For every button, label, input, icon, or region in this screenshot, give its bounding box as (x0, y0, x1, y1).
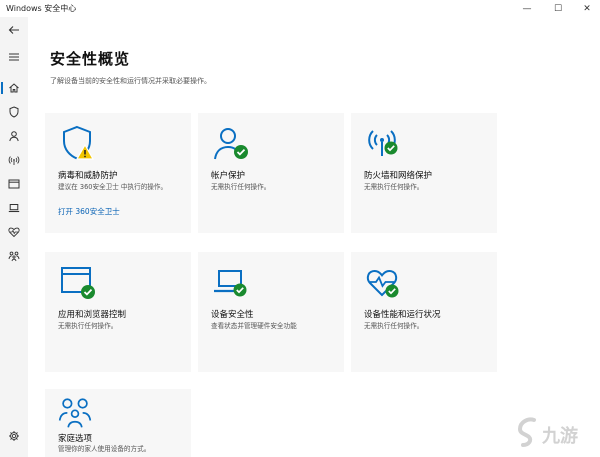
card-account-protection[interactable]: 帐户保护 无需执行任何操作。 (198, 113, 344, 233)
card-title: 病毒和威胁防护 (58, 171, 118, 181)
hamburger-menu-icon (9, 53, 19, 61)
card-description: 查看状态并管理硬件安全功能 (211, 322, 297, 330)
sidebar-item-virus[interactable] (3, 102, 25, 122)
sidebar-item-home[interactable] (1, 78, 25, 98)
card-title: 应用和浏览器控制 (58, 310, 127, 320)
card-title: 设备性能和运行状况 (364, 310, 441, 320)
card-title: 家庭选项 (58, 434, 93, 444)
card-family-options[interactable]: 家庭选项 管理你的家人使用设备的方式。 (45, 389, 191, 457)
family-icon (8, 251, 20, 262)
sidebar-item-firewall[interactable] (3, 150, 25, 170)
card-firewall-network[interactable]: 防火墙和网络保护 无需执行任何操作。 (351, 113, 497, 233)
watermark-text: 九游 (542, 426, 578, 447)
watermark: 九游 (514, 414, 594, 452)
shield-warning-icon (63, 125, 95, 160)
heart-health-check-icon (366, 270, 399, 298)
close-button[interactable]: ✕ (572, 0, 600, 17)
laptop-icon (8, 204, 20, 213)
sidebar-item-settings[interactable] (3, 426, 25, 446)
card-title: 防火墙和网络保护 (364, 171, 433, 181)
laptop-check-icon (214, 270, 247, 297)
wifi-signal-icon (8, 156, 20, 165)
page-title: 安全性概览 (50, 50, 131, 68)
sidebar-item-family[interactable] (3, 246, 25, 266)
person-icon (9, 131, 19, 142)
shield-icon (9, 106, 19, 118)
card-description: 无需执行任何操作。 (364, 322, 424, 330)
card-title: 设备安全性 (211, 310, 254, 320)
sidebar-item-device-health[interactable] (3, 222, 25, 242)
menu-button[interactable] (3, 47, 25, 67)
open-360-link[interactable]: 打开 360安全卫士 (58, 206, 120, 217)
card-title: 帐户保护 (211, 171, 246, 181)
card-app-browser-control[interactable]: 应用和浏览器控制 无需执行任何操作。 (45, 252, 191, 372)
page-description: 了解设备当前的安全性和运行情况并采取必要操作。 (50, 77, 211, 85)
sidebar-item-device-security[interactable] (3, 198, 25, 218)
family-icon (58, 398, 92, 428)
browser-check-icon (61, 267, 95, 299)
watermark-logo-icon (517, 417, 536, 447)
sidebar-item-app-browser[interactable] (3, 174, 25, 194)
back-button[interactable] (3, 20, 25, 40)
main-content: 安全性概览 了解设备当前的安全性和运行情况并采取必要操作。 病毒和威胁防护 建议… (28, 17, 600, 457)
card-description: 无需执行任何操作。 (211, 183, 271, 191)
title-bar: Windows 安全中心 — ☐ ✕ (0, 0, 600, 17)
window-title: Windows 安全中心 (6, 4, 77, 13)
card-description: 无需执行任何操作。 (58, 322, 118, 330)
sidebar-item-account[interactable] (3, 126, 25, 146)
person-check-icon (214, 128, 248, 160)
minimize-button[interactable]: — (512, 0, 542, 17)
wifi-check-icon (368, 130, 398, 156)
card-description: 管理你的家人使用设备的方式。 (58, 445, 151, 453)
card-description: 无需执行任何操作。 (364, 183, 424, 191)
card-device-security[interactable]: 设备安全性 查看状态并管理硬件安全功能 (198, 252, 344, 372)
gear-icon (9, 431, 19, 441)
card-device-performance-health[interactable]: 设备性能和运行状况 无需执行任何操作。 (351, 252, 497, 372)
back-arrow-icon (8, 26, 19, 34)
browser-window-icon (8, 179, 20, 189)
close-icon: ✕ (583, 3, 591, 14)
sidebar (0, 17, 28, 457)
card-virus-threat-protection[interactable]: 病毒和威胁防护 建议在 360安全卫士 中执行的操作。 打开 360安全卫士 (45, 113, 191, 233)
heart-health-icon (8, 227, 20, 238)
maximize-icon: ☐ (553, 3, 563, 14)
maximize-button[interactable]: ☐ (543, 0, 573, 17)
minimize-icon: — (522, 3, 532, 14)
home-icon (9, 83, 19, 93)
card-description: 建议在 360安全卫士 中执行的操作。 (58, 183, 168, 191)
